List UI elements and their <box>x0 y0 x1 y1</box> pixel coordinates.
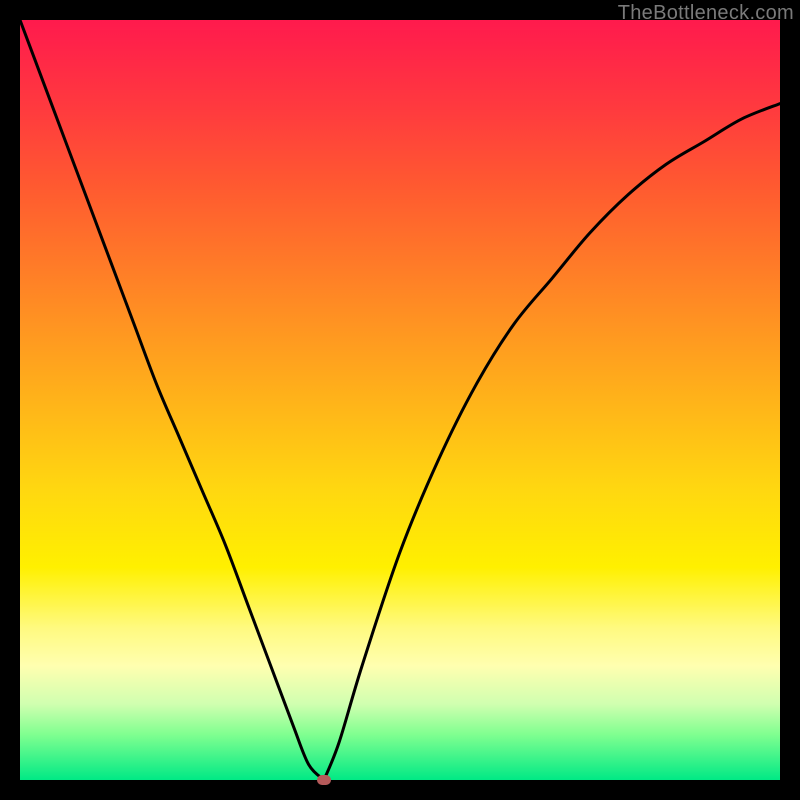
chart-frame <box>20 20 780 780</box>
cusp-marker <box>317 775 331 785</box>
curve-svg <box>20 20 780 780</box>
bottleneck-curve-path <box>20 20 780 780</box>
